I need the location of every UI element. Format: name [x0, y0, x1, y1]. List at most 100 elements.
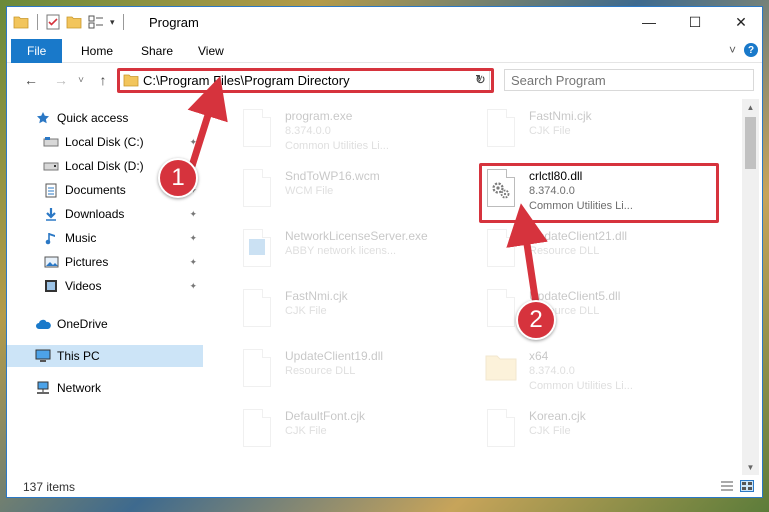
up-button[interactable]: ↑	[93, 71, 113, 89]
tab-view[interactable]: View	[186, 40, 236, 62]
address-bar[interactable]: C:\Program Files\Program Directory ˅	[118, 69, 490, 91]
new-folder-icon[interactable]	[66, 15, 82, 29]
expand-ribbon-icon[interactable]: ˅	[729, 43, 736, 57]
scroll-up-icon[interactable]: ▲	[742, 99, 759, 115]
vertical-scrollbar[interactable]: ▲ ▼	[742, 99, 759, 475]
search-box[interactable]	[504, 69, 754, 91]
callout-badge-1: 1	[158, 158, 198, 198]
file-type: WCM File	[285, 185, 334, 197]
file-version: 8.374.0.0	[285, 125, 331, 137]
title-bar: ▾ Program — ☐ ✕	[7, 7, 762, 37]
search-input[interactable]	[511, 70, 711, 90]
forward-button[interactable]: →	[51, 71, 71, 89]
sidebar-item-pictures[interactable]: Pictures ✦	[7, 251, 203, 273]
close-button[interactable]: ✕	[718, 7, 762, 37]
folder-icon	[123, 74, 139, 87]
file-item[interactable]: FastNmi.cjk CJK File	[483, 107, 717, 159]
sidebar-item-label: Music	[65, 231, 97, 245]
file-item[interactable]: x64 8.374.0.0 Common Utilities Li...	[483, 347, 717, 399]
sidebar-item-this-pc[interactable]: This PC	[7, 345, 203, 367]
tiles-view-icon[interactable]	[740, 480, 754, 492]
file-item[interactable]: DefaultFont.cjk CJK File	[239, 407, 473, 459]
file-name: DefaultFont.cjk	[285, 409, 366, 423]
navigation-bar: ← → ˅ ↑ C:\Program Files\Program Directo…	[7, 65, 762, 95]
exe-file-icon	[239, 107, 275, 151]
documents-icon	[43, 182, 59, 198]
callout-badge-2: 2	[516, 300, 556, 340]
sidebar-item-label: Quick access	[57, 111, 129, 125]
separator	[37, 14, 38, 30]
scroll-thumb[interactable]	[745, 117, 756, 169]
minimize-button[interactable]: —	[626, 7, 672, 37]
quick-access-toolbar: ▾	[13, 14, 126, 30]
cloud-icon	[35, 316, 51, 332]
pictures-icon	[43, 254, 59, 270]
dll-gear-file-icon	[483, 167, 519, 211]
sidebar-item-label: Documents	[65, 183, 126, 197]
file-item[interactable]: Korean.cjk CJK File	[483, 407, 717, 459]
customize-toolbar-icon[interactable]: ▾	[110, 17, 115, 28]
file-name: FastNmi.cjk	[285, 289, 348, 303]
file-item[interactable]: UpdateClient21.dll Resource DLL	[483, 227, 717, 279]
sidebar-item-label: Pictures	[65, 255, 109, 269]
sidebar-item-label: OneDrive	[57, 317, 108, 331]
properties-icon[interactable]	[46, 14, 60, 30]
sidebar-item-videos[interactable]: Videos ✦	[7, 275, 203, 297]
scroll-down-icon[interactable]: ▼	[742, 459, 759, 475]
file-name: crlctl80.dll	[529, 169, 583, 183]
tab-home[interactable]: Home	[69, 40, 125, 62]
sidebar-item-network[interactable]: Network	[7, 377, 203, 399]
drive-icon	[43, 158, 59, 174]
file-description: Common Utilities Li...	[529, 380, 633, 392]
ribbon-tabs: File Home Share View ˅ ?	[7, 37, 762, 63]
dll-gear-file-icon	[483, 227, 519, 271]
file-type: CJK File	[285, 305, 327, 317]
file-description: ABBY network licens...	[285, 245, 397, 257]
separator	[122, 14, 124, 30]
sidebar-item-downloads[interactable]: Downloads ✦	[7, 203, 203, 225]
file-item[interactable]: SndToWP16.wcm WCM File	[239, 167, 473, 219]
item-count: 137 items	[23, 480, 76, 494]
file-item[interactable]: UpdateClient19.dll Resource DLL	[239, 347, 473, 399]
file-name: UpdateClient21.dll	[529, 229, 628, 243]
star-icon	[35, 110, 51, 126]
details-view-icon[interactable]	[720, 480, 734, 492]
pin-icon: ✦	[189, 280, 197, 291]
sidebar-item-label: Local Disk (D:)	[65, 159, 144, 173]
document-file-icon	[239, 287, 275, 331]
file-description: Common Utilities Li...	[285, 140, 389, 152]
window-controls: — ☐ ✕	[626, 7, 762, 37]
videos-icon	[43, 278, 59, 294]
file-type: CJK File	[529, 425, 571, 437]
maximize-button[interactable]: ☐	[672, 7, 718, 37]
refresh-button[interactable]: ↻	[470, 69, 492, 91]
computer-icon	[35, 348, 51, 364]
back-button[interactable]: ←	[21, 71, 41, 89]
file-version: 8.374.0.0	[529, 185, 575, 197]
music-icon	[43, 230, 59, 246]
folder-icon	[13, 16, 29, 29]
sidebar-item-label: Local Disk (C:)	[65, 135, 144, 149]
file-item[interactable]: FastNmi.cjk CJK File	[239, 287, 473, 339]
drive-icon	[43, 134, 59, 150]
file-item-selected[interactable]: crlctl80.dll 8.374.0.0 Common Utilities Li…	[483, 167, 717, 219]
sidebar-item-local-disk-c[interactable]: Local Disk (C:) ✦	[7, 131, 203, 153]
download-icon	[43, 206, 59, 222]
sidebar-item-onedrive[interactable]: OneDrive	[7, 313, 203, 335]
file-item[interactable]: program.exe 8.374.0.0 Common Utilities Li.…	[239, 107, 473, 159]
tab-share[interactable]: Share	[129, 40, 185, 62]
recent-locations-button[interactable]: ˅	[71, 71, 91, 89]
sidebar-item-label: Downloads	[65, 207, 125, 221]
sidebar-item-quick-access[interactable]: Quick access	[7, 107, 203, 129]
folder-icon	[483, 347, 519, 391]
tab-file[interactable]: File	[11, 39, 63, 63]
document-file-icon	[483, 107, 519, 151]
pin-icon: ✦	[189, 208, 197, 219]
pin-icon: ✦	[189, 136, 197, 147]
help-icon[interactable]: ?	[744, 43, 758, 57]
view-options-icon[interactable]	[88, 15, 104, 29]
file-name: SndToWP16.wcm	[285, 169, 380, 183]
sidebar-item-music[interactable]: Music ✦	[7, 227, 203, 249]
file-item[interactable]: NetworkLicenseServer.exe ABBY network lic…	[239, 227, 473, 279]
file-name: NetworkLicenseServer.exe	[285, 229, 428, 243]
